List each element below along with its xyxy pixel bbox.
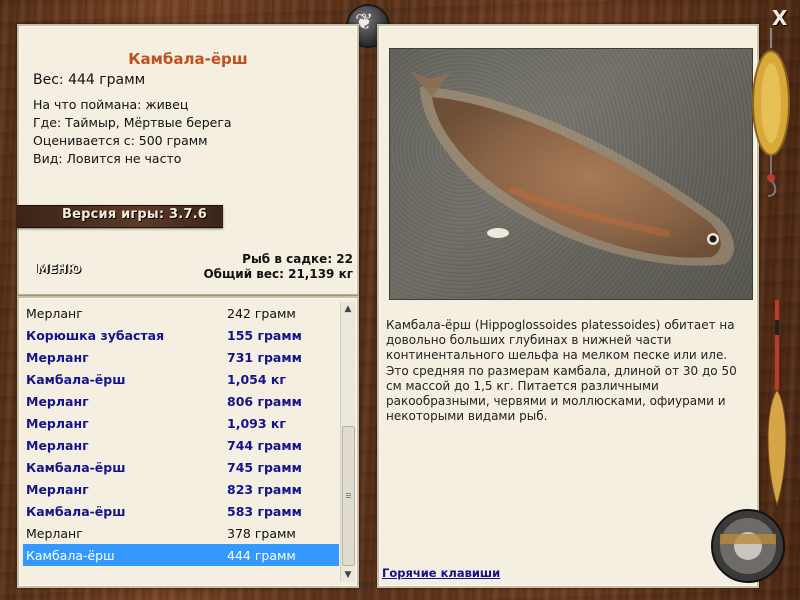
catch-list: Мерланг 242 грамм Корюшка зубастая 155 грам…: [23, 302, 339, 566]
scroll-up-arrow-icon[interactable]: ▲: [341, 302, 355, 316]
catch-fish-name: Корюшка зубастая: [26, 328, 165, 343]
catch-fish-name: Мерланг: [26, 394, 89, 409]
spoon-lure-icon: [752, 28, 790, 197]
catch-row[interactable]: Мерланг 806 грамм: [23, 390, 339, 412]
catch-fish-name: Камбала-ёрш: [26, 372, 126, 387]
scroll-thumb[interactable]: [342, 426, 355, 566]
catch-row[interactable]: Мерланг 731 грамм: [23, 346, 339, 368]
fish-info-panel: Камбала-ёрш Вес: 444 грамм На что пойман…: [17, 24, 359, 296]
hotkeys-link[interactable]: Горячие клавиши: [382, 566, 500, 580]
close-button[interactable]: X: [772, 6, 787, 30]
fish-photo: [389, 48, 753, 300]
catch-fish-name: Мерланг: [26, 526, 83, 541]
keepnet-stats: Рыб в садке: 22 Общий вес: 21,139 кг: [203, 252, 353, 282]
catch-fish-weight: 731 грамм: [227, 350, 302, 365]
fish-kind: Вид: Ловится не часто: [33, 151, 182, 166]
catch-fish-weight: 1,093 кг: [227, 416, 286, 431]
catch-row[interactable]: Мерланг 823 грамм: [23, 478, 339, 500]
fish-title: Камбала-ёрш: [128, 50, 248, 68]
catch-fish-weight: 242 грамм: [227, 306, 296, 321]
catch-fish-weight: 444 грамм: [227, 548, 296, 563]
catch-fish-name: Мерланг: [26, 416, 89, 431]
catch-row[interactable]: Камбала-ёрш 745 грамм: [23, 456, 339, 478]
line-spool-icon: [711, 509, 785, 583]
caught-with: На что поймана: живец: [33, 97, 189, 112]
fish-weight: Вес: 444 грамм: [33, 72, 146, 88]
fish-description: Камбала-ёрш (Hippoglossoides platessoide…: [386, 318, 737, 424]
catch-row[interactable]: Корюшка зубастая 155 грамм: [23, 324, 339, 346]
game-version: Версия игры: 3.7.6: [62, 207, 208, 222]
catch-row[interactable]: Мерланг 242 грамм: [23, 302, 339, 324]
catch-row[interactable]: Камбала-ёрш 583 грамм: [23, 500, 339, 522]
list-scrollbar[interactable]: ▲ ▼: [340, 302, 355, 582]
catch-fish-weight: 745 грамм: [227, 460, 302, 475]
catch-fish-name: Мерланг: [26, 306, 83, 321]
valued-from: Оценивается с: 500 грамм: [33, 133, 208, 148]
catch-fish-name: Мерланг: [26, 482, 89, 497]
catch-list-panel: Мерланг 242 грамм Корюшка зубастая 155 грам…: [17, 296, 359, 588]
catch-row[interactable]: Мерланг 744 грамм: [23, 434, 339, 456]
catch-fish-name: Мерланг: [26, 350, 89, 365]
fish-details: На что поймана: живец Где: Таймыр, Мёртв…: [33, 96, 232, 168]
catch-fish-weight: 744 грамм: [227, 438, 302, 453]
catch-fish-name: Камбала-ёрш: [26, 548, 115, 563]
catch-fish-weight: 823 грамм: [227, 482, 302, 497]
flounder-image: [410, 71, 735, 266]
total-weight: Общий вес: 21,139 кг: [203, 267, 353, 281]
fish-description-panel: Камбала-ёрш (Hippoglossoides platessoide…: [377, 24, 759, 588]
catch-location: Где: Таймыр, Мёртвые берега: [33, 115, 232, 130]
catch-fish-weight: 1,054 кг: [227, 372, 286, 387]
fishing-float-icon: [767, 300, 787, 507]
catch-fish-weight: 155 грамм: [227, 328, 302, 343]
fish-count: Рыб в садке: 22: [242, 252, 353, 266]
catch-fish-weight: 583 грамм: [227, 504, 302, 519]
menu-button[interactable]: МЕНЮ: [37, 262, 81, 276]
scroll-down-arrow-icon[interactable]: ▼: [341, 568, 355, 582]
catch-fish-weight: 806 грамм: [227, 394, 302, 409]
catch-row[interactable]: Мерланг 378 грамм: [23, 522, 339, 544]
catch-fish-weight: 378 грамм: [227, 526, 296, 541]
catch-row[interactable]: Мерланг 1,093 кг: [23, 412, 339, 434]
catch-fish-name: Камбала-ёрш: [26, 504, 126, 519]
catch-fish-name: Камбала-ёрш: [26, 460, 126, 475]
catch-fish-name: Мерланг: [26, 438, 89, 453]
catch-row[interactable]: Камбала-ёрш 1,054 кг: [23, 368, 339, 390]
catch-row-selected[interactable]: Камбала-ёрш 444 грамм: [23, 544, 339, 566]
